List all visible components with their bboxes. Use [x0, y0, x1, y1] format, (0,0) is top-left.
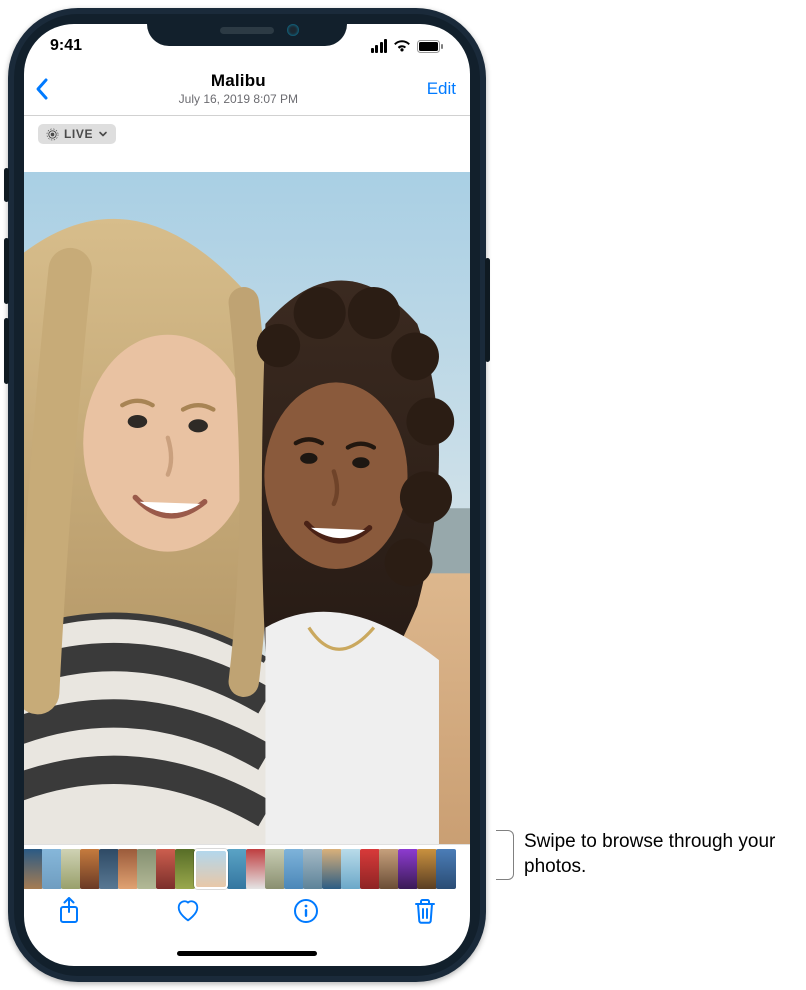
thumbnail[interactable]: [194, 849, 228, 889]
thumbnail[interactable]: [24, 849, 43, 889]
thumbnail[interactable]: [175, 849, 195, 889]
thumbnail[interactable]: [118, 849, 138, 889]
share-button[interactable]: [56, 898, 82, 924]
callout-bracket: [496, 830, 514, 880]
thumbnail[interactable]: [322, 849, 342, 889]
front-camera: [287, 24, 299, 36]
screen: 9:41 Ma: [24, 24, 470, 966]
home-indicator[interactable]: [24, 940, 470, 966]
status-indicators: [371, 39, 445, 53]
edit-button[interactable]: Edit: [427, 79, 456, 99]
phone-bezel: 9:41 Ma: [14, 14, 480, 976]
photo-scrubber[interactable]: [24, 844, 470, 892]
thumbnail[interactable]: [156, 849, 176, 889]
thumbnail[interactable]: [379, 849, 399, 889]
battery-icon: [417, 40, 444, 53]
thumbnail[interactable]: [284, 849, 304, 889]
back-button[interactable]: [34, 77, 50, 101]
earpiece: [220, 27, 274, 34]
callout: Swipe to browse through your photos.: [496, 830, 804, 880]
live-photo-icon: [46, 128, 59, 141]
thumbnail[interactable]: [99, 849, 119, 889]
thumbnail[interactable]: [303, 849, 323, 889]
thumbnail[interactable]: [341, 849, 361, 889]
thumbnail[interactable]: [61, 849, 81, 889]
info-button[interactable]: [293, 898, 319, 924]
thumbnail[interactable]: [436, 849, 456, 889]
volume-down-button[interactable]: [4, 318, 9, 384]
nav-subtitle: July 16, 2019 8:07 PM: [179, 92, 298, 106]
thumbnail[interactable]: [80, 849, 100, 889]
nav-title-block: Malibu July 16, 2019 8:07 PM: [179, 71, 298, 106]
thumbnail[interactable]: [42, 849, 62, 889]
thumbnail[interactable]: [227, 849, 247, 889]
thumbnail[interactable]: [137, 849, 157, 889]
toolbar: [24, 892, 470, 940]
cellular-icon: [371, 39, 388, 53]
nav-title: Malibu: [179, 71, 298, 91]
notch: [147, 14, 347, 46]
mute-switch[interactable]: [4, 168, 9, 202]
thumbnail[interactable]: [265, 849, 285, 889]
status-time: 9:41: [50, 37, 82, 55]
delete-button[interactable]: [412, 898, 438, 924]
thumbnail[interactable]: [398, 849, 418, 889]
volume-up-button[interactable]: [4, 238, 9, 304]
chevron-down-icon: [98, 129, 108, 139]
thumbnail[interactable]: [246, 849, 266, 889]
photo-viewer[interactable]: [24, 172, 470, 845]
callout-text: Swipe to browse through your photos.: [524, 830, 804, 879]
live-photo-badge[interactable]: LIVE: [38, 124, 116, 144]
navigation-bar: Malibu July 16, 2019 8:07 PM Edit: [24, 68, 470, 116]
side-button[interactable]: [485, 258, 490, 362]
thumbnail[interactable]: [360, 849, 380, 889]
thumbnail[interactable]: [417, 849, 437, 889]
favorite-button[interactable]: [175, 898, 201, 924]
live-badge-label: LIVE: [64, 127, 93, 141]
live-badge-row: LIVE: [24, 116, 470, 146]
wifi-icon: [393, 39, 411, 53]
phone-frame: 9:41 Ma: [8, 8, 486, 982]
